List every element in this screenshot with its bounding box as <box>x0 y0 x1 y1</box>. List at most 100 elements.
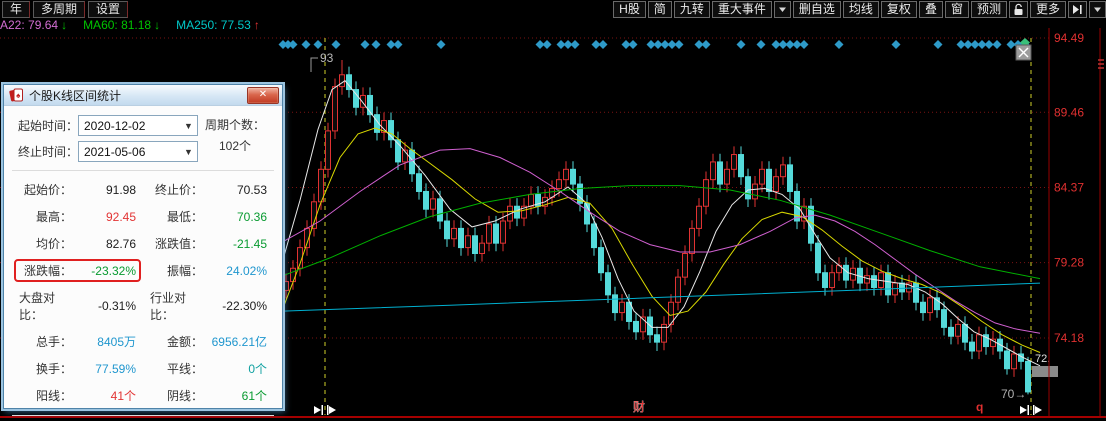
low-price-label: 70→ <box>1001 387 1026 401</box>
stat-pair: 金额： 6956.21亿 <box>145 330 272 353</box>
simple-button[interactable]: 简 <box>647 1 672 18</box>
chevron-down-icon: ▼ <box>184 146 193 157</box>
stat-label: 金额： <box>166 335 203 349</box>
stat-label: 最高： <box>35 210 72 224</box>
h-shares-button[interactable]: H股 <box>613 1 646 18</box>
stats-grid: 起始价： 91.98 终止价： 70.53 最高： 92.45 最低： 70.36 均价： 82.… <box>12 178 274 407</box>
more-button[interactable]: 更多 <box>1029 1 1066 18</box>
stat-pair: 起始价： 91.98 <box>14 178 141 201</box>
stat-value: 8405万 <box>97 335 136 349</box>
axis-tick-label: 84.37 <box>1054 180 1084 194</box>
stat-label: 大盘对比： <box>19 291 56 322</box>
dialog-title: 个股K线区间统计 <box>29 88 122 103</box>
stat-value: -23.32% <box>91 263 136 278</box>
stat-value: 92.45 <box>105 209 136 224</box>
unlock-button-icon[interactable] <box>1008 1 1028 18</box>
toolbar-dropdown-icon[interactable] <box>1089 1 1106 18</box>
stat-label: 总手： <box>35 335 72 349</box>
ex-rights-marker: q <box>976 400 983 414</box>
stat-value: 0个 <box>248 362 267 376</box>
high-price-flag: 93 <box>320 51 334 65</box>
stat-pair: 阳线： 41个 <box>14 384 141 407</box>
stat-value: -0.31% <box>97 299 136 313</box>
adjust-price-button[interactable]: 复权 <box>880 1 917 18</box>
stat-value: -22.30% <box>222 299 267 313</box>
svg-text:♠: ♠ <box>16 91 21 100</box>
major-events-dropdown-icon[interactable] <box>773 1 791 18</box>
divider <box>12 415 274 416</box>
ma-button[interactable]: 均线 <box>842 1 879 18</box>
period-count-value: 102个 <box>218 139 252 153</box>
skip-end-button-icon[interactable] <box>1068 1 1087 18</box>
stat-pair: 总手： 8405万 <box>14 330 141 353</box>
stat-pair: 最高： 92.45 <box>14 205 141 228</box>
tab-0[interactable]: 年 <box>2 1 31 18</box>
app-cards-icon: ♠ <box>9 88 23 102</box>
major-events-button[interactable]: 重大事件 <box>711 1 772 18</box>
stat-label: 阴线： <box>166 389 203 403</box>
ma-lines <box>282 80 1041 367</box>
arrow-down-icon: ↓ <box>154 18 161 32</box>
stat-label: 均价： <box>35 237 72 251</box>
remove-range-button[interactable] <box>1015 44 1032 61</box>
stat-label: 涨跌值： <box>154 237 203 251</box>
start-date-value: 2020-12-02 <box>84 118 146 133</box>
stat-label: 振幅： <box>166 264 203 278</box>
period-count-block: 周期个数： 102个 <box>198 115 272 157</box>
stat-pair: 换手： 77.59% <box>14 357 141 380</box>
panel-borders <box>1048 28 1104 417</box>
stat-value: 91.98 <box>105 182 136 197</box>
divider <box>12 170 274 171</box>
candles <box>283 60 1031 395</box>
stat-pair-highlighted: 涨跌幅： -23.32% <box>14 259 141 282</box>
arrow-down-icon: ↓ <box>61 18 68 32</box>
tab-1[interactable]: 多周期 <box>33 1 86 18</box>
stat-label: 最低： <box>166 210 203 224</box>
stat-pair: 行业对比： -22.30% <box>145 286 272 326</box>
stat-pair: 平线： 0个 <box>145 357 272 380</box>
stat-pair: 均价： 82.76 <box>14 232 141 255</box>
arrow-up-icon: ↑ <box>253 18 260 32</box>
stat-value: 70.36 <box>236 209 267 224</box>
current-price-label: 72. <box>1035 353 1050 365</box>
stat-value: 70.53 <box>236 182 267 197</box>
toolbar-right: H股简九转 重大事件 删自选 均线 复权叠窗预测 更多 <box>613 1 1106 18</box>
stat-value: 41个 <box>110 389 136 403</box>
stat-pair: 振幅： 24.02% <box>145 259 272 282</box>
ma-value-0: A22: 79.64 ↓ <box>0 18 68 32</box>
stat-value: 77.59% <box>95 361 136 376</box>
stat-pair: 最低： 70.36 <box>145 205 272 228</box>
stat-label: 阳线： <box>35 389 72 403</box>
remove-watchlist-button[interactable]: 删自选 <box>792 1 841 18</box>
start-date-select[interactable]: 2020-12-02 ▼ <box>78 115 198 136</box>
price-axis-labels: 94.49 89.46 84.37 79.28 74.18 <box>1054 31 1084 345</box>
kline-range-stats-dialog: ♠ 个股K线区间统计 ✕ 起始时间： 2020-12-02 ▼ 终止时间： 20… <box>3 84 283 416</box>
axis-tick-label: 89.46 <box>1054 105 1084 119</box>
end-date-select[interactable]: 2021-05-06 ▼ <box>78 141 198 162</box>
ma22-magenta <box>282 148 1041 334</box>
tab-2[interactable]: 设置 <box>88 1 129 18</box>
dialog-close-button[interactable]: ✕ <box>247 86 279 104</box>
stat-label: 行业对比： <box>150 291 187 322</box>
start-time-label: 起始时间： <box>17 119 78 133</box>
event-diamonds[interactable] <box>278 38 1031 49</box>
stat-value: 82.76 <box>105 236 136 251</box>
stat-label: 换手： <box>35 362 72 376</box>
stat-pair: 阴线： 61个 <box>145 384 272 407</box>
end-time-label: 终止时间： <box>17 145 78 159</box>
nine-turn-button[interactable]: 九转 <box>673 1 710 18</box>
ma-fast-white <box>282 80 1041 367</box>
overlay-button[interactable]: 叠 <box>918 1 943 18</box>
end-date-value: 2021-05-06 <box>84 144 146 159</box>
dialog-titlebar[interactable]: ♠ 个股K线区间统计 ✕ <box>4 85 282 106</box>
stat-value: 24.02% <box>226 263 267 278</box>
stat-value: 6956.21亿 <box>211 335 267 349</box>
finance-event-marker: 财 <box>633 400 645 414</box>
ma-value-1: MA60: 81.18 ↓ <box>83 18 161 32</box>
stat-label: 起始价： <box>23 183 72 197</box>
window-button[interactable]: 窗 <box>944 1 969 18</box>
stat-label: 平线： <box>166 362 203 376</box>
forecast-button[interactable]: 预测 <box>970 1 1007 18</box>
ma60-green <box>282 185 1041 280</box>
stat-pair: 大盘对比： -0.31% <box>14 286 141 326</box>
